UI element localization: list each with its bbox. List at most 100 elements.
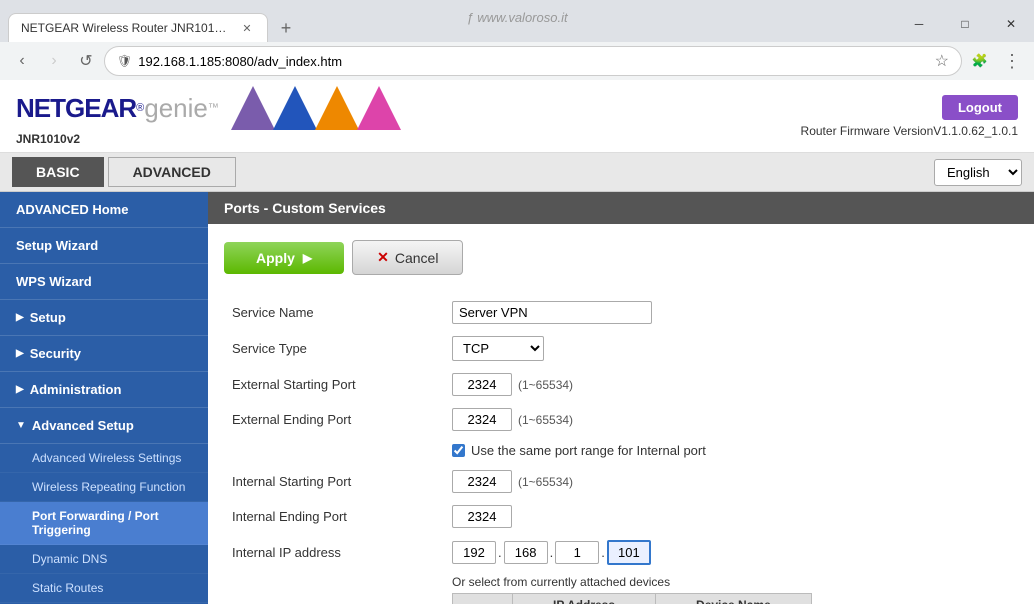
url-input[interactable] <box>138 54 928 69</box>
ext-end-port-cell: (1~65534) <box>444 402 1018 437</box>
int-end-port-cell <box>444 499 1018 534</box>
extensions-icon[interactable]: 🧩 <box>966 47 994 75</box>
ext-start-port-cell: (1~65534) <box>444 367 1018 402</box>
int-end-port-input[interactable] <box>452 505 512 528</box>
service-type-select[interactable]: TCP UDP TCP/UDP <box>452 336 544 361</box>
forward-button[interactable]: › <box>40 47 68 75</box>
browser-tab[interactable]: NETGEAR Wireless Router JNR1010v... ✕ <box>8 13 268 42</box>
content-area: Ports - Custom Services Apply ▶ ✕ Cancel <box>208 192 1034 604</box>
menu-icon[interactable]: ⋮ <box>998 47 1026 75</box>
ext-start-port-row: External Starting Port (1~65534) <box>224 367 1018 402</box>
address-bar-row: ‹ › ↺ 🛡 ☆ 🧩 ⋮ <box>0 42 1034 80</box>
logo-netgear: NETGEAR <box>16 93 136 124</box>
close-window-button[interactable]: ✕ <box>988 6 1034 42</box>
sidebar-item-setup-wizard[interactable]: Setup Wizard <box>0 228 208 264</box>
int-start-port-range: (1~65534) <box>518 475 573 489</box>
devices-table: IP Address Device Name <box>452 593 812 604</box>
logo-genie: genie <box>144 93 208 124</box>
basic-tab[interactable]: BASIC <box>12 157 104 187</box>
int-ip-part3[interactable] <box>555 541 599 564</box>
language-selector[interactable]: English Français Deutsch Español <box>934 159 1022 186</box>
int-start-port-input[interactable] <box>452 470 512 493</box>
apply-arrow-icon: ▶ <box>303 251 312 265</box>
sidebar-item-administration[interactable]: ▶ Administration <box>0 372 208 408</box>
service-type-row: Service Type TCP UDP TCP/UDP <box>224 330 1018 367</box>
int-ip-row: Internal IP address . . . <box>224 534 1018 571</box>
int-start-port-cell: (1~65534) <box>444 464 1018 499</box>
new-tab-button[interactable]: + <box>272 14 300 42</box>
arrow-icon: ▶ <box>16 348 24 359</box>
window-controls: ─ □ ✕ <box>896 6 1034 42</box>
same-port-cell: Use the same port range for Internal por… <box>444 437 1018 464</box>
sidebar-subitem-static-routes[interactable]: Static Routes <box>0 574 208 603</box>
sidebar: ADVANCED Home Setup Wizard WPS Wizard ▶ … <box>0 192 208 604</box>
tab-title: NETGEAR Wireless Router JNR1010v... <box>21 21 231 35</box>
int-end-port-row: Internal Ending Port <box>224 499 1018 534</box>
bookmark-icon[interactable]: ☆ <box>935 51 949 71</box>
service-name-cell <box>444 295 1018 330</box>
advanced-tab[interactable]: ADVANCED <box>108 157 236 187</box>
logout-button[interactable]: Logout <box>942 95 1018 120</box>
close-icon[interactable]: ✕ <box>239 20 255 36</box>
ext-end-port-range: (1~65534) <box>518 413 573 427</box>
ext-end-port-row: External Ending Port (1~65534) <box>224 402 1018 437</box>
logo-reg: ® <box>136 102 144 114</box>
logo-area: NETGEAR ® genie ™ JNR1010v2 <box>16 86 401 146</box>
page-title-bar: Ports - Custom Services <box>208 192 1034 224</box>
ext-end-port-input[interactable] <box>452 408 512 431</box>
devices-col-name: Device Name <box>656 594 812 605</box>
sidebar-subitem-dynamic-dns[interactable]: Dynamic DNS <box>0 545 208 574</box>
tab-bar: NETGEAR Wireless Router JNR1010v... ✕ + … <box>0 0 1034 42</box>
sidebar-subitem-remote-management[interactable]: Remote Management <box>0 603 208 604</box>
minimize-button[interactable]: ─ <box>896 6 942 42</box>
cancel-x-icon: ✕ <box>377 249 389 266</box>
ip-sep-2: . <box>550 545 554 560</box>
service-type-label: Service Type <box>224 330 444 367</box>
nav-tabs: BASIC ADVANCED English Français Deutsch … <box>0 153 1034 192</box>
same-port-label[interactable]: Use the same port range for Internal por… <box>452 443 1010 458</box>
same-port-checkbox[interactable] <box>452 444 465 457</box>
sidebar-subitem-wireless-repeating[interactable]: Wireless Repeating Function <box>0 473 208 502</box>
device-hint-row: Or select from currently attached device… <box>452 575 1018 604</box>
logo-tm: ™ <box>208 102 219 114</box>
sidebar-item-wps-wizard[interactable]: WPS Wizard <box>0 264 208 300</box>
devices-col-ip: IP Address <box>513 594 656 605</box>
action-bar: Apply ▶ ✕ Cancel <box>224 240 1018 275</box>
sidebar-item-setup[interactable]: ▶ Setup <box>0 300 208 336</box>
content-body: Apply ▶ ✕ Cancel Service Name <box>208 224 1034 604</box>
address-bar[interactable]: 🛡 ☆ <box>104 46 962 76</box>
model-name: JNR1010v2 <box>16 132 401 146</box>
int-ip-part4[interactable] <box>607 540 651 565</box>
service-type-cell: TCP UDP TCP/UDP <box>444 330 1018 367</box>
refresh-button[interactable]: ↺ <box>72 47 100 75</box>
language-dropdown[interactable]: English Français Deutsch Español <box>934 159 1022 186</box>
sidebar-subitem-advanced-wireless[interactable]: Advanced Wireless Settings <box>0 444 208 473</box>
ext-end-port-label: External Ending Port <box>224 402 444 437</box>
service-name-input[interactable] <box>452 301 652 324</box>
int-start-port-label: Internal Starting Port <box>224 464 444 499</box>
router-ui: NETGEAR ® genie ™ JNR1010v2 Logout Route… <box>0 80 1034 604</box>
cancel-button[interactable]: ✕ Cancel <box>352 240 463 275</box>
int-ip-cell: . . . <box>444 534 1018 571</box>
int-ip-label: Internal IP address <box>224 534 444 571</box>
apply-button[interactable]: Apply ▶ <box>224 242 344 274</box>
service-name-label: Service Name <box>224 295 444 330</box>
ext-start-port-range: (1~65534) <box>518 378 573 392</box>
int-ip-part2[interactable] <box>504 541 548 564</box>
router-header: NETGEAR ® genie ™ JNR1010v2 Logout Route… <box>0 80 1034 153</box>
maximize-button[interactable]: □ <box>942 6 988 42</box>
sidebar-item-advanced-setup[interactable]: ▼ Advanced Setup <box>0 408 208 444</box>
browser-chrome: NETGEAR Wireless Router JNR1010v... ✕ + … <box>0 0 1034 80</box>
firmware-version: Router Firmware VersionV1.1.0.62_1.0.1 <box>801 124 1018 138</box>
logo-decoration <box>231 86 401 130</box>
header-right: Logout Router Firmware VersionV1.1.0.62_… <box>801 95 1018 138</box>
ext-start-port-input[interactable] <box>452 373 512 396</box>
sidebar-item-security[interactable]: ▶ Security <box>0 336 208 372</box>
ext-start-port-label: External Starting Port <box>224 367 444 402</box>
sidebar-subitem-port-forwarding[interactable]: Port Forwarding / Port Triggering <box>0 502 208 545</box>
main-layout: ADVANCED Home Setup Wizard WPS Wizard ▶ … <box>0 192 1034 604</box>
back-button[interactable]: ‹ <box>8 47 36 75</box>
sidebar-item-advanced-home[interactable]: ADVANCED Home <box>0 192 208 228</box>
int-ip-part1[interactable] <box>452 541 496 564</box>
int-start-port-row: Internal Starting Port (1~65534) <box>224 464 1018 499</box>
